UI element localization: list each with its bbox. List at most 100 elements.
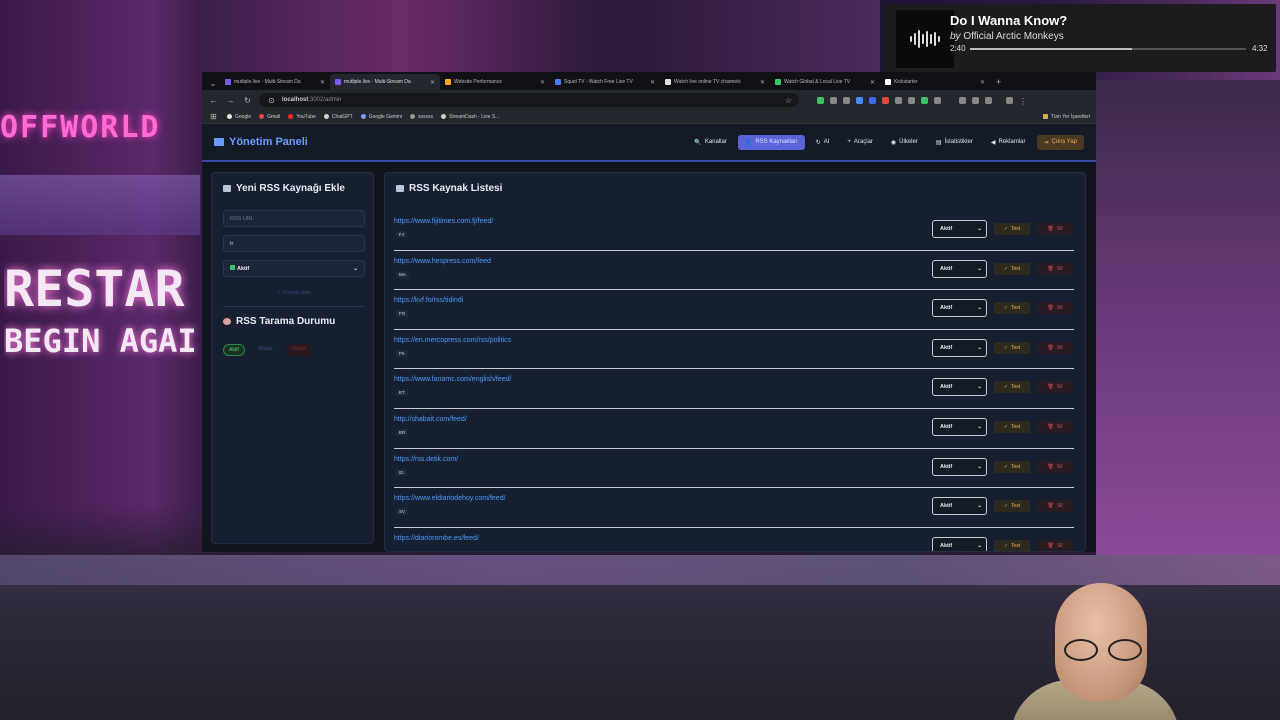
source-url-link[interactable]: https://diariorombe.es/feed/ [394,535,479,542]
extensions-puzzle-icon[interactable] [959,96,966,104]
status-select[interactable]: Aktif ⌄ [223,260,365,277]
back-icon[interactable]: ← [208,96,219,105]
source-url-link[interactable]: https://www.eldiariodehoy.com/feed/ [394,495,506,502]
profile-icon[interactable] [1006,96,1013,104]
media-notification[interactable]: Do I Wanna Know? by Official Arctic Monk… [884,4,1276,72]
test-button[interactable]: ✓ Test [994,262,1030,275]
close-tab-icon[interactable]: ✕ [760,79,765,86]
bookmark-item[interactable]: Gmail [259,114,280,120]
row-status-select[interactable]: Aktif ⌄ [932,220,987,238]
delete-button[interactable]: 🗑 Sil [1037,539,1073,551]
browser-tab[interactable]: Website Performance ✕ [440,74,550,90]
bookmark-item[interactable]: YouTube [288,114,316,120]
extension-icon[interactable] [921,96,928,104]
nav-logout[interactable]: ⇥ Çıkış Yap [1036,134,1084,150]
browser-tab[interactable]: Watch live online TV channels ✕ [660,74,770,90]
bookmark-item[interactable]: ChatGPT [323,114,353,120]
row-status-select[interactable]: Aktif ⌄ [932,259,987,278]
nav-istatistikler[interactable]: ▤ İstatistikler [929,135,980,150]
source-url-link[interactable]: http://shabait.com/feed/ [394,416,467,423]
extension-icon[interactable] [972,96,979,104]
delete-button[interactable]: 🗑 Sil [1037,262,1073,275]
tab-search-icon[interactable]: ⌄ [206,76,220,90]
source-url-link[interactable]: https://www.hespress.com/feed [394,258,491,265]
delete-button[interactable]: 🗑 Sil [1037,341,1073,354]
row-status-select[interactable]: Aktif ⌄ [932,417,987,436]
source-url-link[interactable]: https://www.fijitimes.com.fj/feed/ [394,218,493,225]
all-bookmarks[interactable]: Tüm Yer İşaretleri [1042,114,1090,120]
nav-ai[interactable]: ↻ AI [809,135,837,150]
source-url-link[interactable]: https://en.mercopress.com/rss/politics [394,337,511,344]
close-tab-icon[interactable]: ✕ [650,79,655,86]
test-button[interactable]: ✓ Test [994,460,1030,473]
source-url-link[interactable]: https://kvf.fo/rss/tidindi [394,297,463,304]
delete-button[interactable]: 🗑 Sil [1037,223,1073,235]
close-tab-icon[interactable]: ✕ [430,79,435,86]
extension-icon[interactable] [895,96,902,104]
bookmark-star-icon[interactable]: ☆ [785,96,792,105]
menu-icon[interactable]: ⋮ [1019,97,1027,106]
bookmark-item[interactable]: StreamDash - Live S... [441,114,499,120]
test-button[interactable]: ✓ Test [994,420,1030,433]
row-status-select[interactable]: Aktif ⌄ [932,378,987,397]
brand[interactable]: Yönetim Paneli [214,136,308,148]
source-url-link[interactable]: https://rss.detik.com/ [394,456,458,463]
delete-button[interactable]: 🗑 Sil [1037,420,1073,433]
reload-icon[interactable]: ↻ [242,96,253,105]
test-button[interactable]: ✓ Test [994,302,1030,315]
nav-kanallar[interactable]: 🔍 Kanallar [687,135,734,150]
download-icon[interactable] [830,96,837,104]
test-button[interactable]: ✓ Test [994,223,1030,235]
extension-icon[interactable] [817,96,824,104]
scan-start-button[interactable]: Başlat [254,344,278,356]
browser-tab[interactable]: Kickstarter ✕ [880,74,990,90]
row-status-select[interactable]: Aktif ⌄ [932,497,987,516]
browser-tab[interactable]: Watch Global & Local Live TV ✕ [770,74,880,90]
test-button[interactable]: ✓ Test [994,539,1030,551]
new-tab-button[interactable]: + [990,74,1007,90]
country-code-input[interactable]: tr [223,235,365,252]
bookmark-item[interactable]: Google Gemini [360,114,402,120]
delete-button[interactable]: 🗑 Sil [1037,460,1073,473]
row-status-select[interactable]: Aktif ⌄ [932,457,987,476]
rss-url-input[interactable]: RSS URL [223,210,365,227]
bookmark-item[interactable]: ssssss [410,114,433,120]
test-button[interactable]: ✓ Test [994,500,1030,513]
source-url-link[interactable]: https://www.fanamc.com/english/feed/ [394,376,512,383]
delete-button[interactable]: 🗑 Sil [1037,500,1073,513]
extension-icon[interactable] [985,96,992,104]
extension-icon[interactable] [856,96,863,104]
close-tab-icon[interactable]: ✕ [320,79,325,86]
test-button[interactable]: ✓ Test [994,341,1030,354]
site-info-icon[interactable]: ⊙ [266,96,277,105]
close-tab-icon[interactable]: ✕ [540,79,545,86]
nav-rss[interactable]: 👤 RSS Kaynakları [737,134,805,150]
nav-araclar[interactable]: + Araçlar [840,135,880,149]
scan-stop-button[interactable]: Durdur [286,344,312,356]
add-source-button[interactable]: + Kaynak Ekle [223,286,365,300]
nav-reklamlar[interactable]: ◀ Reklamlar [984,135,1033,150]
apps-grid-icon[interactable]: ⊞ [208,112,219,121]
browser-tab[interactable]: mutliple.live - Multi-Stream Da ✕ [220,74,330,90]
source-row: https://en.mercopress.com/rss/politics FK… [394,330,1074,370]
extension-icon[interactable] [882,96,889,104]
nav-ulkeler[interactable]: ◉ Ülkeler [884,135,925,150]
address-bar[interactable]: ⊙ localhost:3002/admin ☆ [259,93,799,107]
delete-button[interactable]: 🗑 Sil [1037,302,1073,315]
forward-icon[interactable]: → [225,96,236,105]
browser-tab[interactable]: mutliple.live - Multi-Stream Da ✕ [330,74,440,90]
row-status-select[interactable]: Aktif ⌄ [932,338,987,357]
close-tab-icon[interactable]: ✕ [870,79,875,86]
close-tab-icon[interactable]: ✕ [980,79,985,86]
extension-icon[interactable] [869,96,876,104]
extension-icon[interactable] [934,96,941,104]
media-progress-bar[interactable] [970,48,1246,50]
test-button[interactable]: ✓ Test [994,381,1030,394]
extension-icon[interactable] [843,96,850,104]
delete-button[interactable]: 🗑 Sil [1037,381,1073,394]
row-status-select[interactable]: Aktif ⌄ [932,536,987,551]
row-status-select[interactable]: Aktif ⌄ [932,299,987,318]
bookmark-item[interactable]: Google [227,114,251,120]
extension-icon[interactable] [908,96,915,104]
browser-tab[interactable]: Squid TV - Watch Free Live TV ✕ [550,74,660,90]
